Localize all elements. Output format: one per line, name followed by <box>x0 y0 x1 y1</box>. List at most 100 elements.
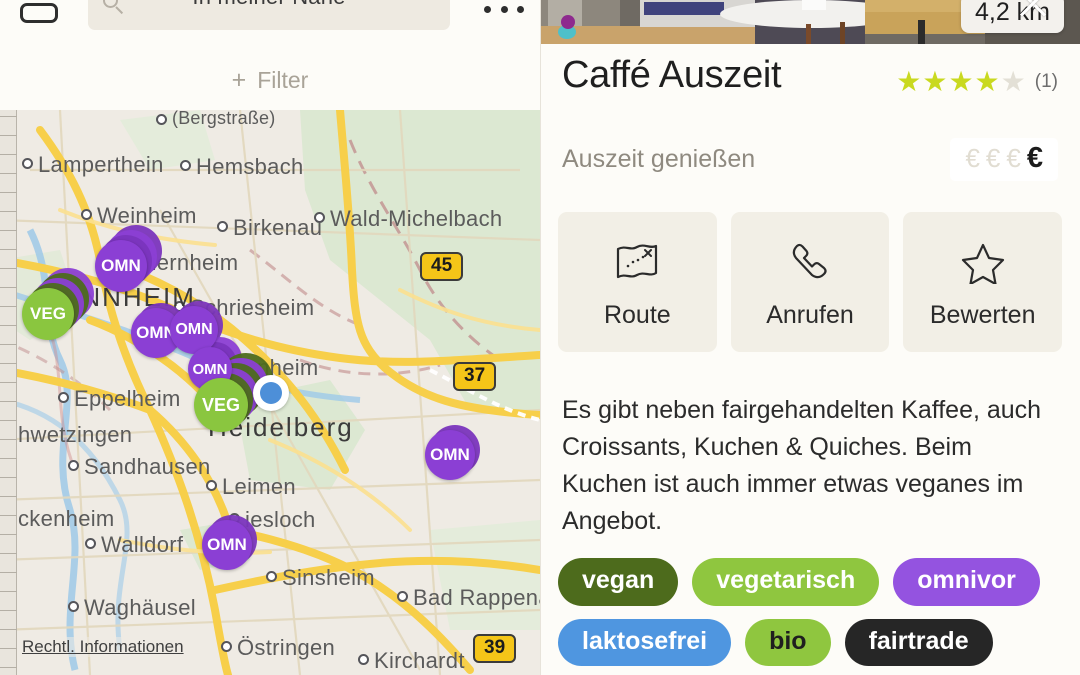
map-marker-veg[interactable]: VEG <box>22 288 74 340</box>
tag-vegan[interactable]: vegan <box>558 558 679 606</box>
tag-bio[interactable]: bio <box>745 618 831 666</box>
road-shield: 45 <box>420 252 464 281</box>
call-button-label: Anrufen <box>766 300 854 329</box>
map-city-dot <box>397 591 408 602</box>
map-city-label: Eppelheim <box>74 386 181 411</box>
search-input[interactable]: In meiner Nähe <box>88 0 450 30</box>
filter-button[interactable]: + Filter <box>0 54 540 106</box>
map-city-label: Waghäusel <box>84 595 196 620</box>
map-city-dot <box>68 460 79 471</box>
ruler-tick <box>0 572 17 573</box>
ruler-tick <box>0 135 17 136</box>
map-city-dot <box>81 209 92 220</box>
phone-icon <box>788 235 832 289</box>
ruler-tick <box>0 477 17 478</box>
tag-fairtrade[interactable]: fairtrade <box>844 618 993 666</box>
price-symbol-active: € <box>1026 142 1043 174</box>
map-city-label: Weinheim <box>97 203 197 228</box>
map-city-label: Leimen <box>222 474 296 499</box>
map-column: In meiner Nähe + Filter <box>0 0 540 675</box>
rating-count: (1) <box>1034 71 1058 92</box>
map-marker-omn[interactable]: OMN <box>425 430 475 480</box>
tag-omnivor[interactable]: omnivor <box>893 558 1040 606</box>
ruler-tick <box>0 268 17 269</box>
map-scale-ruler[interactable] <box>0 110 17 675</box>
ruler-tick <box>0 648 17 649</box>
ruler-tick <box>0 230 17 231</box>
map-city-label: Lamperthein <box>38 152 164 177</box>
map-city-label: Kirchardt <box>374 648 465 673</box>
venue-detail-panel: 4,2 km Caffé Auszeit ★★★★★ (1) Auszeit g… <box>540 0 1080 675</box>
rate-button-label: Bewerten <box>929 300 1036 329</box>
ruler-tick <box>0 211 17 212</box>
star-rating-icons: ★★★★★ <box>895 68 1026 96</box>
tag-vegetarisch[interactable]: vegetarisch <box>692 558 880 606</box>
route-button[interactable]: Route <box>558 212 717 352</box>
ruler-tick <box>0 515 17 516</box>
menu-card-icon[interactable] <box>20 0 58 30</box>
road-shield: 39 <box>473 634 517 663</box>
map-city-dot <box>221 641 232 652</box>
map-marker-veg[interactable]: VEG <box>194 378 248 432</box>
ruler-tick <box>0 629 17 630</box>
map-city-label: Bad Rappenau <box>413 585 540 610</box>
close-icon[interactable] <box>1016 0 1050 20</box>
star-outline-icon <box>960 235 1006 289</box>
ruler-tick <box>0 496 17 497</box>
ruler-tick <box>0 420 17 421</box>
page-title: Caffé Auszeit <box>562 54 782 96</box>
map-city-label: iesloch <box>245 507 316 532</box>
current-location-dot <box>253 375 289 411</box>
more-horizontal-icon[interactable] <box>480 0 528 22</box>
ruler-tick <box>0 553 17 554</box>
ruler-tick <box>0 534 17 535</box>
venue-subtitle-row: Auszeit genießen € € € € <box>540 138 1080 181</box>
call-button[interactable]: Anrufen <box>730 212 890 352</box>
ruler-tick <box>0 344 17 345</box>
map-city-label: Hemsbach <box>196 154 304 179</box>
ruler-tick <box>0 116 17 117</box>
ruler-tick <box>0 439 17 440</box>
ruler-tick <box>0 667 17 668</box>
star-empty-icon: ★ <box>1000 66 1026 97</box>
star-filled-icon: ★ <box>974 66 1000 97</box>
map-city-label: Wald-Michelbach <box>330 206 503 231</box>
map-city-dot <box>156 114 167 125</box>
star-filled-icon: ★ <box>948 66 974 97</box>
map-city-dot <box>180 160 191 171</box>
price-symbol-inactive: € <box>965 143 980 173</box>
road-shield: 37 <box>453 362 497 391</box>
venue-description: Es gibt neben fairgehandelten Kaffee, au… <box>562 396 1042 535</box>
map-city-label: hwetzingen <box>18 422 133 447</box>
map-city-dot <box>22 158 33 169</box>
price-level-badge: € € € € <box>950 138 1058 181</box>
star-filled-icon: ★ <box>922 66 948 97</box>
ruler-tick <box>0 401 17 402</box>
map-city-dot <box>266 571 277 582</box>
venue-title-row: Caffé Auszeit ★★★★★ (1) <box>540 54 1080 96</box>
map-city-dot <box>217 221 228 232</box>
action-button-row: Route Anrufen Bewerten <box>540 212 1080 352</box>
map-attribution-link[interactable]: Rechtl. Informationen <box>22 637 184 657</box>
ruler-tick <box>0 306 17 307</box>
rate-button[interactable]: Bewerten <box>903 212 1063 352</box>
price-symbol-inactive: € <box>1006 143 1021 173</box>
ruler-tick <box>0 591 17 592</box>
tag-laktosefrei[interactable]: laktosefrei <box>558 618 732 666</box>
map-city-label: Walldorf <box>101 532 184 557</box>
price-symbol-inactive: € <box>985 143 1001 173</box>
ruler-tick <box>0 610 17 611</box>
map-view[interactable]: (Bergstraße) Lamperthein Hemsbach Weinheim B… <box>0 110 540 675</box>
map-marker-omn[interactable]: OMN <box>202 520 252 570</box>
map-city-label: Birkenau <box>233 215 323 240</box>
map-city-label: Sinsheim <box>282 565 375 590</box>
map-marker-omn[interactable]: OMN <box>95 240 147 292</box>
map-icon <box>614 235 660 289</box>
map-city-label: (Bergstraße) <box>172 110 276 128</box>
ruler-tick <box>0 458 17 459</box>
route-button-label: Route <box>603 300 671 329</box>
ruler-tick <box>0 382 17 383</box>
map-city-dot <box>206 480 217 491</box>
ruler-tick <box>0 287 17 288</box>
top-bar: In meiner Nähe <box>0 0 540 36</box>
